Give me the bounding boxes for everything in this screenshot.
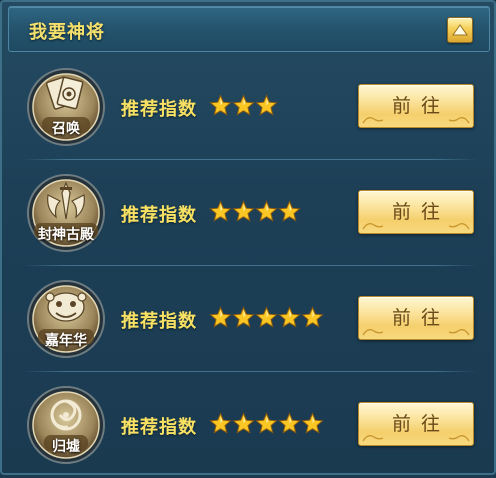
ornament-right-icon	[448, 329, 470, 336]
recommend-label: 推荐指数	[121, 417, 197, 438]
star-icon	[255, 200, 278, 222]
summon-badge[interactable]: 召唤	[26, 67, 106, 147]
collapse-button[interactable]	[447, 17, 473, 43]
list-item: 嘉年华 推荐指数 前往	[16, 266, 484, 372]
panel-title: 我要神将	[29, 22, 105, 43]
ornament-right-icon	[448, 435, 470, 442]
recommend-label: 推荐指数	[121, 311, 197, 332]
star-icon	[209, 200, 232, 222]
star-icon	[278, 306, 301, 328]
star-icon	[255, 94, 278, 116]
go-button-label: 前往	[391, 95, 450, 117]
badge-label: 嘉年华	[45, 333, 87, 349]
star-icon	[232, 412, 255, 434]
go-button[interactable]: 前往	[358, 296, 474, 340]
star-icon	[301, 306, 324, 328]
star-icon	[278, 200, 301, 222]
star-icon	[255, 412, 278, 434]
star-icon	[255, 306, 278, 328]
list-item: 归墟 推荐指数 前往	[16, 372, 484, 478]
list-item: 召唤 推荐指数 前往	[16, 54, 484, 160]
triangle-up-icon	[452, 24, 468, 36]
go-button[interactable]: 前往	[358, 84, 474, 128]
ornament-right-icon	[448, 117, 470, 124]
temple-badge[interactable]: 封神古殿	[26, 173, 106, 253]
ornament-left-icon	[362, 435, 384, 442]
badge-label: 召唤	[52, 121, 80, 137]
rating-stars	[209, 306, 324, 330]
panel-header: 我要神将	[8, 6, 490, 52]
ornament-left-icon	[362, 223, 384, 230]
star-icon	[301, 412, 324, 434]
star-icon	[232, 306, 255, 328]
star-icon	[209, 94, 232, 116]
star-icon	[232, 94, 255, 116]
badge-label: 封神古殿	[38, 227, 94, 243]
ornament-left-icon	[362, 117, 384, 124]
rating-stars	[209, 200, 301, 224]
star-icon	[232, 200, 255, 222]
rating-stars	[209, 412, 324, 436]
badge-label: 归墟	[52, 439, 80, 455]
go-button[interactable]: 前往	[358, 402, 474, 446]
rating-stars	[209, 94, 278, 118]
recommend-label: 推荐指数	[121, 205, 197, 226]
list-item: 封神古殿 推荐指数 前往	[16, 160, 484, 266]
star-icon	[209, 412, 232, 434]
go-button-label: 前往	[391, 413, 450, 435]
ornament-left-icon	[362, 329, 384, 336]
ornament-right-icon	[448, 223, 470, 230]
star-icon	[278, 412, 301, 434]
go-button-label: 前往	[391, 307, 450, 329]
vortex-badge[interactable]: 归墟	[26, 385, 106, 465]
star-icon	[209, 306, 232, 328]
source-list: 召唤 推荐指数 前往 封神古殿 推荐指数 前往 嘉年华 推荐指数 前往 归墟 推…	[16, 54, 484, 474]
recommend-label: 推荐指数	[121, 99, 197, 120]
carnival-badge[interactable]: 嘉年华	[26, 279, 106, 359]
go-button-label: 前往	[391, 201, 450, 223]
go-button[interactable]: 前往	[358, 190, 474, 234]
god-general-panel: 我要神将 召唤 推荐指数 前往 封神古殿 推荐指数 前往 嘉年华 推荐指数 前往…	[0, 0, 496, 475]
